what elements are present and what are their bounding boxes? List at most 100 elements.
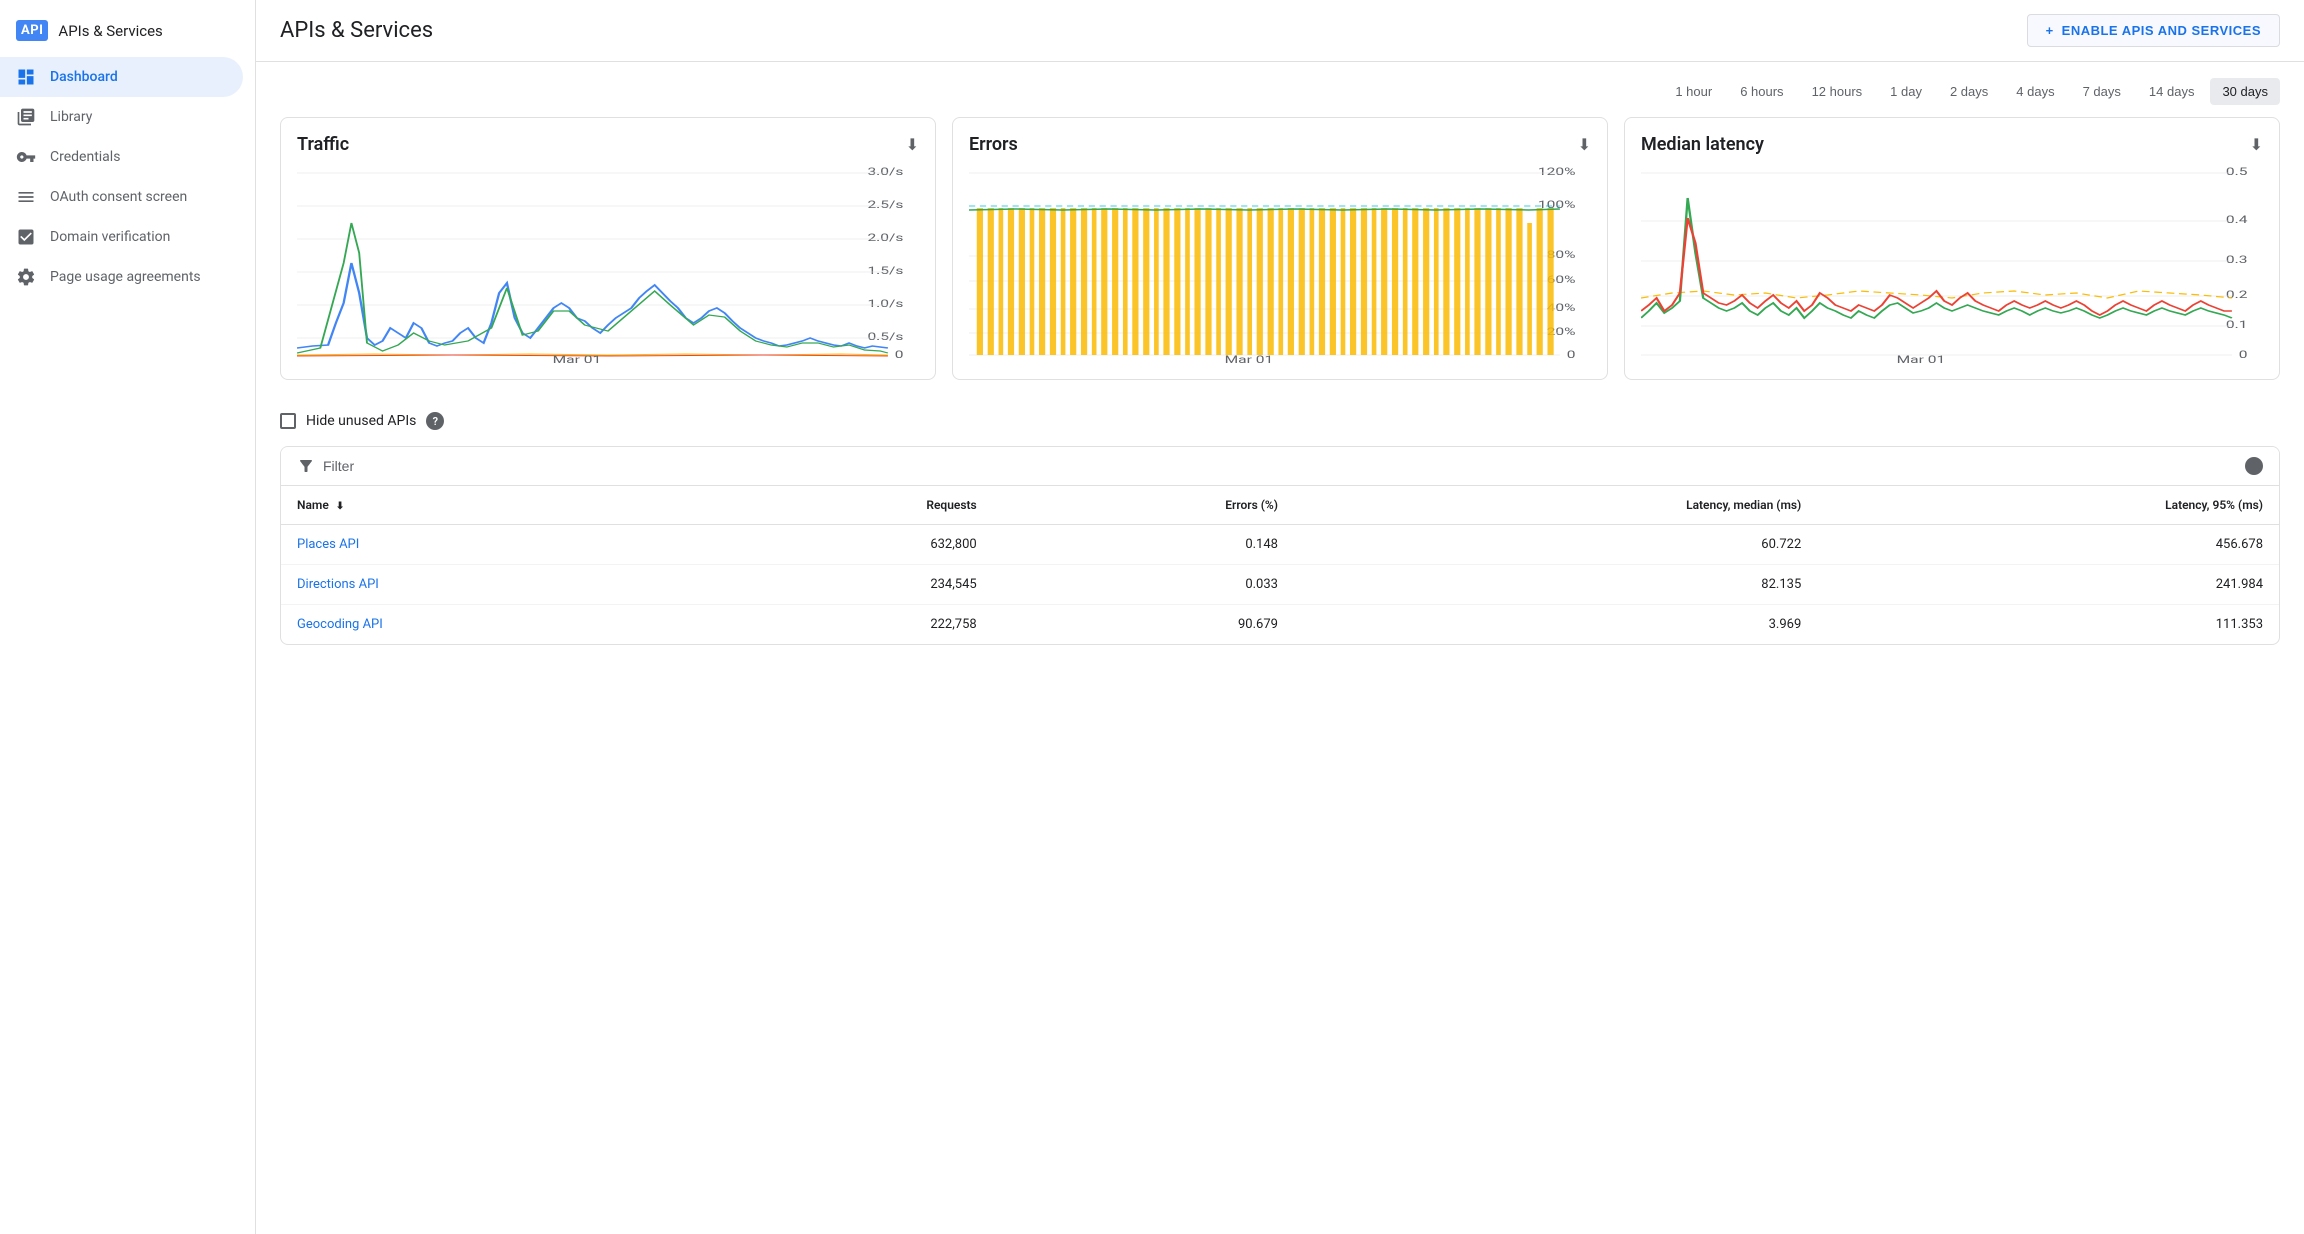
main-content: APIs & Services + ENABLE APIS AND SERVIC… bbox=[256, 0, 2304, 1234]
time-btn-6hours[interactable]: 6 hours bbox=[1728, 78, 1795, 105]
svg-text:0.1: 0.1 bbox=[2226, 320, 2248, 331]
time-btn-14days[interactable]: 14 days bbox=[2137, 78, 2207, 105]
api-name-cell[interactable]: Geocoding API bbox=[281, 605, 700, 645]
page-usage-label: Page usage agreements bbox=[50, 269, 201, 285]
col-requests: Requests bbox=[700, 486, 993, 525]
api-table-section: Filter ? Name ⬇ Requests Err bbox=[280, 446, 2280, 645]
table-row: Geocoding API 222,758 90.679 3.969 111.3… bbox=[281, 605, 2279, 645]
time-btn-30days[interactable]: 30 days bbox=[2210, 78, 2280, 105]
oauth-label: OAuth consent screen bbox=[50, 189, 187, 205]
errors-chart-title: Errors bbox=[969, 134, 1018, 155]
charts-row: Traffic ⬇ 3.0/s 2.5/s 2.0/s 1.5/s 1.0/s … bbox=[280, 117, 2280, 380]
svg-text:120%: 120% bbox=[1538, 167, 1576, 178]
col-name: Name ⬇ bbox=[281, 486, 700, 525]
content-area: 1 hour 6 hours 12 hours 1 day 2 days 4 d… bbox=[256, 62, 2304, 661]
hide-unused-label[interactable]: Hide unused APIs bbox=[280, 413, 416, 429]
enable-apis-button[interactable]: + ENABLE APIS AND SERVICES bbox=[2027, 14, 2280, 47]
svg-text:Mar 01: Mar 01 bbox=[1225, 355, 1274, 363]
errors-cell: 90.679 bbox=[993, 605, 1294, 645]
api-table: Name ⬇ Requests Errors (%) Latency, medi… bbox=[281, 486, 2279, 644]
svg-text:0.3: 0.3 bbox=[2226, 255, 2248, 266]
col-errors: Errors (%) bbox=[993, 486, 1294, 525]
requests-cell: 222,758 bbox=[700, 605, 993, 645]
latency-95-cell: 456.678 bbox=[1817, 525, 2279, 565]
library-label: Library bbox=[50, 109, 92, 125]
svg-text:0.5/s: 0.5/s bbox=[867, 332, 903, 343]
svg-text:1.5/s: 1.5/s bbox=[867, 266, 903, 277]
sidebar-title: APIs & Services bbox=[58, 22, 162, 40]
library-icon bbox=[16, 107, 36, 127]
svg-text:2.5/s: 2.5/s bbox=[867, 200, 903, 211]
svg-text:0.5: 0.5 bbox=[2226, 167, 2248, 178]
oauth-icon bbox=[16, 187, 36, 207]
latency-download-icon[interactable]: ⬇ bbox=[2250, 135, 2263, 154]
sidebar-item-page-usage[interactable]: Page usage agreements bbox=[0, 257, 243, 297]
filter-row: Hide unused APIs ? bbox=[280, 412, 2280, 430]
latency-median-cell: 60.722 bbox=[1294, 525, 1817, 565]
time-btn-7days[interactable]: 7 days bbox=[2071, 78, 2133, 105]
latency-chart-card: Median latency ⬇ 0.5 0.4 0.3 0.2 0.1 0 bbox=[1624, 117, 2280, 380]
api-name-cell[interactable]: Directions API bbox=[281, 565, 700, 605]
filter-icon bbox=[297, 457, 315, 475]
time-selector: 1 hour 6 hours 12 hours 1 day 2 days 4 d… bbox=[280, 78, 2280, 105]
credentials-label: Credentials bbox=[50, 149, 120, 165]
svg-text:Mar 01: Mar 01 bbox=[1897, 355, 1946, 363]
svg-text:1.0/s: 1.0/s bbox=[867, 299, 903, 310]
domain-label: Domain verification bbox=[50, 229, 170, 245]
latency-95-cell: 241.984 bbox=[1817, 565, 2279, 605]
table-help-icon[interactable]: ? bbox=[2245, 457, 2263, 475]
errors-cell: 0.148 bbox=[993, 525, 1294, 565]
svg-text:3.0/s: 3.0/s bbox=[867, 167, 903, 178]
api-name-cell[interactable]: Places API bbox=[281, 525, 700, 565]
time-btn-12hours[interactable]: 12 hours bbox=[1800, 78, 1875, 105]
main-header: APIs & Services + ENABLE APIS AND SERVIC… bbox=[256, 0, 2304, 62]
dashboard-label: Dashboard bbox=[50, 69, 118, 85]
errors-chart-card: Errors ⬇ 120% 100% 80% 60% 40% 20% 0 bbox=[952, 117, 1608, 380]
table-header: Name ⬇ Requests Errors (%) Latency, medi… bbox=[281, 486, 2279, 525]
time-btn-2days[interactable]: 2 days bbox=[1938, 78, 2000, 105]
svg-text:0.2: 0.2 bbox=[2226, 290, 2248, 301]
svg-text:Mar 01: Mar 01 bbox=[553, 355, 602, 363]
traffic-chart-container: 3.0/s 2.5/s 2.0/s 1.5/s 1.0/s 0.5/s 0 bbox=[297, 163, 919, 363]
dashboard-icon bbox=[16, 67, 36, 87]
hide-unused-checkbox[interactable] bbox=[280, 413, 296, 429]
errors-cell: 0.033 bbox=[993, 565, 1294, 605]
traffic-download-icon[interactable]: ⬇ bbox=[906, 135, 919, 154]
svg-text:2.0/s: 2.0/s bbox=[867, 233, 903, 244]
time-btn-1hour[interactable]: 1 hour bbox=[1663, 78, 1724, 105]
page-usage-icon bbox=[16, 267, 36, 287]
page-title: APIs & Services bbox=[280, 18, 2011, 43]
errors-download-icon[interactable]: ⬇ bbox=[1578, 135, 1591, 154]
requests-cell: 234,545 bbox=[700, 565, 993, 605]
col-latency-95: Latency, 95% (ms) bbox=[1817, 486, 2279, 525]
sidebar-navigation: Dashboard Library Credentials OAuth cons… bbox=[0, 57, 255, 297]
table-row: Places API 632,800 0.148 60.722 456.678 bbox=[281, 525, 2279, 565]
col-latency-median: Latency, median (ms) bbox=[1294, 486, 1817, 525]
hide-unused-text: Hide unused APIs bbox=[306, 413, 416, 429]
filter-label: Filter bbox=[323, 458, 354, 474]
hide-unused-help-icon[interactable]: ? bbox=[426, 412, 444, 430]
svg-text:0: 0 bbox=[1567, 350, 1576, 361]
sidebar-item-credentials[interactable]: Credentials bbox=[0, 137, 243, 177]
table-row: Directions API 234,545 0.033 82.135 241.… bbox=[281, 565, 2279, 605]
filter-button[interactable]: Filter bbox=[297, 457, 354, 475]
enable-btn-label: ENABLE APIS AND SERVICES bbox=[2062, 23, 2261, 38]
requests-cell: 632,800 bbox=[700, 525, 993, 565]
sidebar-item-dashboard[interactable]: Dashboard bbox=[0, 57, 243, 97]
name-sort-icon[interactable]: ⬇ bbox=[336, 501, 344, 512]
latency-median-cell: 82.135 bbox=[1294, 565, 1817, 605]
table-body: Places API 632,800 0.148 60.722 456.678 … bbox=[281, 525, 2279, 645]
latency-median-cell: 3.969 bbox=[1294, 605, 1817, 645]
time-btn-4days[interactable]: 4 days bbox=[2004, 78, 2066, 105]
sidebar: API APIs & Services Dashboard Library Cr… bbox=[0, 0, 256, 1234]
svg-text:0: 0 bbox=[2239, 350, 2248, 361]
plus-icon: + bbox=[2046, 23, 2054, 38]
latency-95-cell: 111.353 bbox=[1817, 605, 2279, 645]
time-btn-1day[interactable]: 1 day bbox=[1878, 78, 1934, 105]
svg-text:0: 0 bbox=[895, 350, 904, 361]
sidebar-item-oauth[interactable]: OAuth consent screen bbox=[0, 177, 243, 217]
traffic-chart-card: Traffic ⬇ 3.0/s 2.5/s 2.0/s 1.5/s 1.0/s … bbox=[280, 117, 936, 380]
api-logo: API bbox=[16, 20, 48, 41]
sidebar-item-domain[interactable]: Domain verification bbox=[0, 217, 243, 257]
sidebar-item-library[interactable]: Library bbox=[0, 97, 243, 137]
